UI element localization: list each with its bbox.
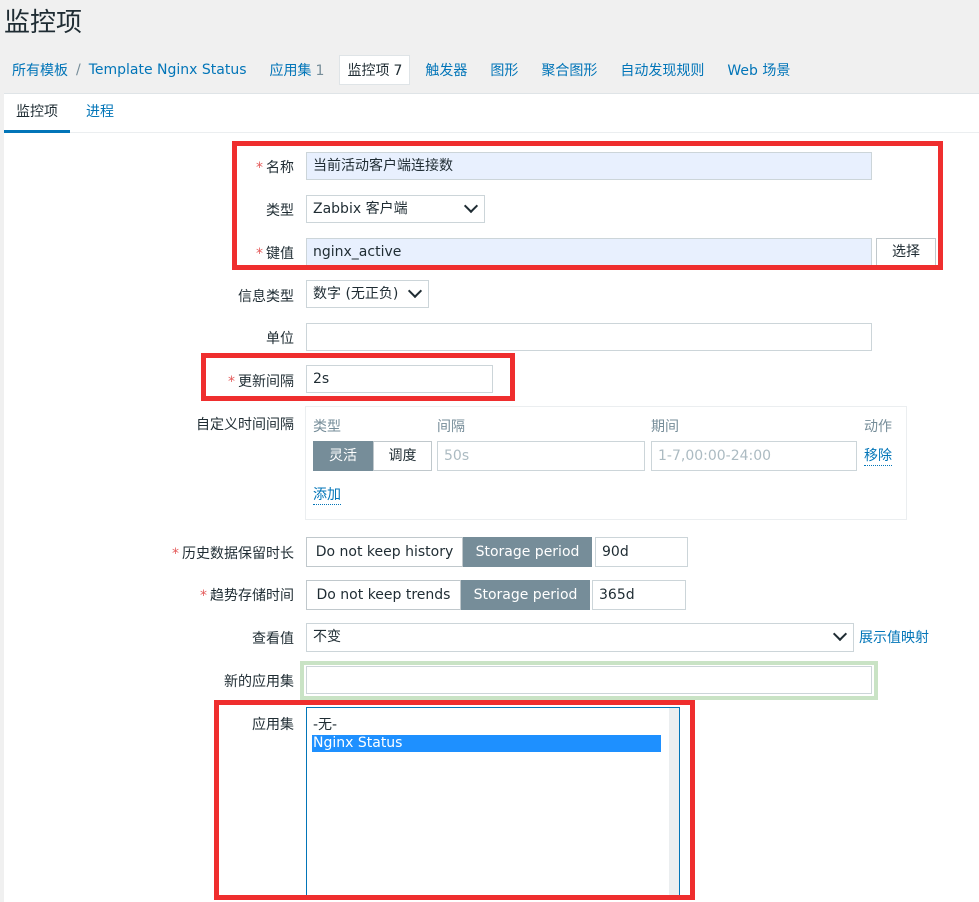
- key-input[interactable]: nginx_active: [306, 238, 872, 266]
- tab-item[interactable]: 监控项: [4, 94, 70, 133]
- update-interval-label: * 更新间隔: [228, 371, 294, 391]
- trends-storage-period-toggle[interactable]: Storage period: [461, 580, 590, 610]
- nav-applications-label: 应用集: [269, 63, 312, 79]
- update-interval-input[interactable]: 2s: [306, 365, 493, 393]
- type-select-value: Zabbix 客户端: [313, 201, 408, 217]
- trends-period-input[interactable]: 365d: [592, 580, 686, 610]
- info-type-select[interactable]: 数字 (无正负): [306, 280, 429, 308]
- trends-label: * 趋势存储时间: [200, 585, 294, 605]
- nav-discovery-rules[interactable]: 自动发现规则: [620, 60, 704, 80]
- page-title: 监控项: [4, 8, 83, 38]
- col-type-header: 类型: [313, 419, 341, 435]
- history-period-input[interactable]: 90d: [595, 537, 688, 567]
- nav-applications-count: 1: [315, 63, 325, 79]
- required-mark: *: [172, 546, 179, 562]
- nav-items[interactable]: 监控项 7: [339, 55, 411, 85]
- new-application-input[interactable]: [306, 666, 872, 694]
- chevron-down-icon: [463, 198, 479, 214]
- update-interval-label-text: 更新间隔: [238, 374, 294, 390]
- key-label: * 键值: [256, 243, 294, 263]
- tab-bar: 监控项 进程: [4, 94, 979, 133]
- required-mark: *: [256, 246, 263, 262]
- key-label-text: 键值: [266, 246, 294, 262]
- nav-items-count: 7: [393, 63, 403, 79]
- remove-interval-link[interactable]: 移除: [864, 447, 892, 466]
- period-input[interactable]: 1-7,00:00-24:00: [651, 441, 857, 471]
- trends-do-not-keep-toggle[interactable]: Do not keep trends: [306, 580, 461, 610]
- info-type-label: 信息类型: [238, 289, 294, 305]
- nav-items-label: 监控项: [347, 63, 390, 79]
- chevron-down-icon: [832, 626, 848, 642]
- name-label: * 名称: [256, 157, 294, 177]
- form-panel: 监控项 进程 * 名称 当前活动客户端连接数 类型 Zabbix 客户端 * 键值 …: [4, 93, 979, 902]
- nav-discovery-rules-label: 自动发现规则: [620, 63, 705, 79]
- custom-intervals-label: 自定义时间间隔: [196, 417, 294, 433]
- flexible-toggle[interactable]: 灵活: [313, 441, 373, 471]
- trends-label-text: 趋势存储时间: [210, 588, 294, 604]
- breadcrumb-template[interactable]: Template Nginx Status: [89, 62, 247, 78]
- tab-preprocessing[interactable]: 进程: [74, 94, 126, 130]
- name-input[interactable]: 当前活动客户端连接数: [306, 152, 872, 180]
- required-mark: *: [200, 588, 207, 604]
- units-input[interactable]: [306, 323, 872, 351]
- nav-web-scenarios[interactable]: Web 场景: [727, 60, 790, 80]
- info-type-value: 数字 (无正负): [313, 286, 399, 302]
- nav-triggers-label: 触发器: [425, 63, 468, 79]
- new-application-label: 新的应用集: [224, 674, 294, 690]
- show-value-label: 查看值: [252, 631, 294, 647]
- required-mark: *: [256, 160, 263, 176]
- scheduling-toggle[interactable]: 调度: [373, 441, 432, 471]
- nav-triggers[interactable]: 触发器: [425, 60, 467, 80]
- select-key-button[interactable]: 选择: [876, 238, 936, 266]
- history-label-text: 历史数据保留时长: [182, 546, 294, 562]
- applications-label: 应用集: [252, 717, 294, 733]
- header-navigation: 所有模板 / Template Nginx Status 应用集 1 监控项 7 触…: [0, 50, 813, 90]
- type-select[interactable]: Zabbix 客户端: [306, 195, 485, 223]
- item-config-page: 监控项 所有模板 / Template Nginx Status 应用集 1 监控…: [0, 0, 979, 902]
- nav-web-scenarios-label: Web 场景: [727, 63, 791, 79]
- application-option-nginx-status[interactable]: Nginx Status: [312, 735, 661, 752]
- breadcrumb-all-templates[interactable]: 所有模板: [12, 60, 68, 80]
- col-action-header: 动作: [864, 419, 892, 435]
- required-mark: *: [228, 374, 235, 390]
- custom-intervals-table: 类型 间隔 期间 动作 灵活 调度 50s 1-7,00:00-24:00 移除…: [305, 406, 907, 520]
- chevron-down-icon: [407, 283, 423, 299]
- application-option-none[interactable]: -无-: [312, 717, 337, 734]
- history-do-not-keep-toggle[interactable]: Do not keep history: [306, 537, 463, 567]
- add-interval-link[interactable]: 添加: [313, 486, 341, 505]
- nav-screens-label: 聚合图形: [541, 63, 598, 79]
- nav-applications[interactable]: 应用集 1: [270, 60, 325, 80]
- nav-graphs-label: 图形: [490, 63, 519, 79]
- name-label-text: 名称: [266, 160, 294, 176]
- nav-screens[interactable]: 聚合图形: [541, 60, 597, 80]
- units-label: 单位: [266, 331, 294, 347]
- col-interval-header: 间隔: [437, 419, 465, 435]
- type-label: 类型: [266, 203, 294, 219]
- history-storage-period-toggle[interactable]: Storage period: [463, 537, 592, 567]
- col-period-header: 期间: [651, 419, 679, 435]
- show-value-select[interactable]: 不变: [306, 623, 854, 652]
- show-value-mappings-link[interactable]: 展示值映射: [859, 629, 929, 647]
- nav-graphs[interactable]: 图形: [490, 60, 518, 80]
- interval-input[interactable]: 50s: [437, 441, 645, 471]
- listbox-scrollbar[interactable]: [669, 708, 679, 896]
- applications-listbox[interactable]: -无- Nginx Status: [306, 707, 680, 897]
- history-label: * 历史数据保留时长: [172, 543, 294, 563]
- breadcrumb-separator: /: [76, 62, 81, 78]
- show-value-value: 不变: [313, 629, 341, 645]
